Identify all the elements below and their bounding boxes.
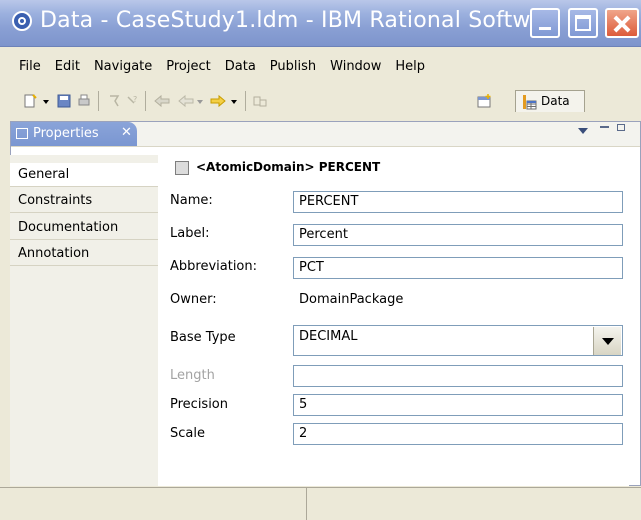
status-divider <box>306 488 307 520</box>
precision-label: Precision <box>170 397 229 412</box>
abbreviation-label: Abbreviation: <box>170 259 258 274</box>
menu-edit[interactable]: Edit <box>48 56 87 78</box>
new-dropdown-icon[interactable] <box>42 94 50 108</box>
toolbar-separator <box>245 91 246 111</box>
atomic-domain-icon <box>175 161 189 175</box>
toolbar-separator <box>145 91 146 111</box>
name-label: Name: <box>170 193 213 208</box>
search-icon[interactable] <box>107 94 121 108</box>
length-label: Length <box>170 368 215 383</box>
menu-bar: File Edit Navigate Project Data Publish … <box>0 56 432 78</box>
app-icon <box>12 11 32 31</box>
close-icon[interactable]: ✕ <box>121 125 132 140</box>
maximize-button[interactable] <box>568 8 598 38</box>
view-maximize-icon[interactable] <box>617 124 625 131</box>
open-perspective-icon[interactable] <box>476 94 494 108</box>
menu-data[interactable]: Data <box>218 56 263 78</box>
menu-project[interactable]: Project <box>159 56 217 78</box>
tab-documentation[interactable]: Documentation <box>10 216 158 240</box>
chevron-down-icon[interactable] <box>593 327 621 355</box>
back-icon[interactable] <box>177 94 195 108</box>
label-field[interactable]: Percent <box>293 224 623 246</box>
precision-field[interactable]: 5 <box>293 394 623 416</box>
menu-file[interactable]: File <box>0 56 48 78</box>
save-icon[interactable] <box>57 94 71 108</box>
label-label: Label: <box>170 226 210 241</box>
view-header: Properties ✕ <box>11 122 640 147</box>
length-field[interactable] <box>293 365 623 387</box>
back-history-icon[interactable] <box>153 94 171 108</box>
base-type-value: DECIMAL <box>299 329 358 344</box>
title-bar[interactable]: Data - CaseStudy1.ldm - IBM Rational Sof… <box>0 0 641 47</box>
abbreviation-field[interactable]: PCT <box>293 257 623 279</box>
tab-properties[interactable]: Properties ✕ <box>11 122 137 146</box>
tab-annotation[interactable]: Annotation <box>10 242 158 266</box>
form-header: <AtomicDomain> PERCENT <box>196 160 381 174</box>
view-minimize-icon[interactable] <box>600 126 609 128</box>
menu-window[interactable]: Window <box>323 56 388 78</box>
scale-label: Scale <box>170 426 205 441</box>
back-dropdown-icon[interactable] <box>196 94 204 108</box>
svg-text:?: ? <box>133 95 137 104</box>
scale-field[interactable]: 2 <box>293 423 623 445</box>
owner-value: DomainPackage <box>299 292 404 307</box>
toolbar: ? Data <box>0 86 641 116</box>
tab-constraints[interactable]: Constraints <box>10 189 158 213</box>
properties-icon <box>16 128 28 139</box>
status-bar <box>0 487 641 520</box>
menu-help[interactable]: Help <box>388 56 432 78</box>
forward-icon[interactable] <box>209 94 227 108</box>
print-icon[interactable] <box>77 94 91 108</box>
database-icon <box>523 95 537 110</box>
window-title: Data - CaseStudy1.ldm - IBM Rational Sof… <box>40 8 551 33</box>
close-button[interactable] <box>605 8 639 38</box>
base-type-select[interactable]: DECIMAL <box>293 325 623 356</box>
name-field[interactable]: PERCENT <box>293 191 623 213</box>
tab-general[interactable]: General <box>10 163 159 187</box>
property-tabs: General Constraints Documentation Annota… <box>10 155 159 486</box>
menu-navigate[interactable]: Navigate <box>87 56 159 78</box>
new-icon[interactable] <box>23 94 37 108</box>
help-icon[interactable]: ? <box>125 94 139 108</box>
view-menu-icon[interactable] <box>578 128 588 134</box>
forward-dropdown-icon[interactable] <box>230 94 238 108</box>
menu-publish[interactable]: Publish <box>263 56 323 78</box>
base-type-label: Base Type <box>170 330 236 345</box>
view-tab-label: Properties <box>33 126 99 141</box>
perspective-label: Data <box>541 94 570 108</box>
layout-icon[interactable] <box>252 94 268 108</box>
toolbar-separator <box>98 91 99 111</box>
minimize-button[interactable] <box>530 8 560 38</box>
owner-label: Owner: <box>170 292 217 307</box>
perspective-data-tab[interactable]: Data <box>515 90 585 112</box>
